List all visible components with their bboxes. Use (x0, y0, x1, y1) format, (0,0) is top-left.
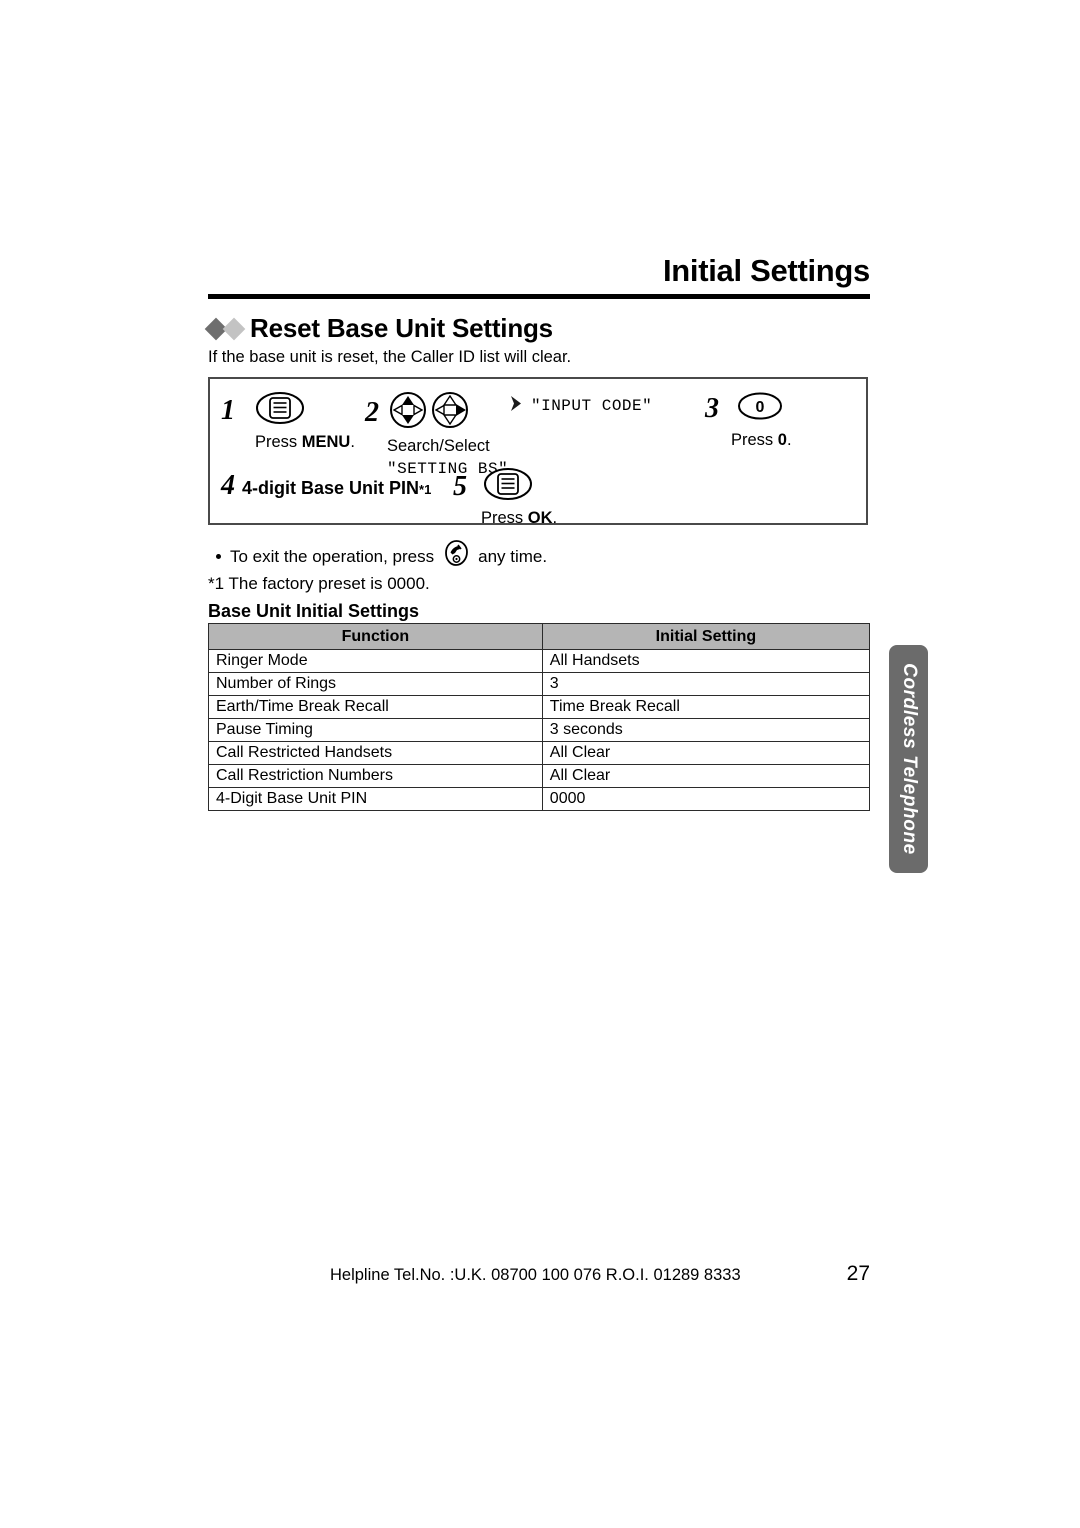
step-1-caption: Press MENU. (255, 432, 355, 452)
column-header-initial-setting: Initial Setting (541, 623, 871, 650)
step-1-caption-key: MENU (301, 433, 351, 451)
cell-function: Call Restriction Numbers (208, 764, 543, 788)
cell-function: Earth/Time Break Recall (208, 695, 543, 719)
step-1-caption-suffix: . (350, 433, 355, 451)
step-3-caption-key: 0 (777, 431, 787, 449)
step-1: 1 Press MENU. (221, 391, 355, 452)
step-4-footnote-marker: *1 (419, 482, 432, 497)
svg-text:0: 0 (756, 399, 765, 416)
step-5-caption: Press OK. (481, 508, 557, 528)
cell-initial-setting: All Handsets (541, 649, 871, 673)
step-3-caption: Press 0. (731, 430, 792, 450)
step-4: 4 4-digit Base Unit PIN *1 (221, 472, 431, 500)
offhook-key-icon (441, 538, 471, 575)
section-heading: Reset Base Unit Settings (204, 313, 870, 344)
step-2-lcd-display: "INPUT CODE" (531, 397, 653, 415)
step-3-number: 3 (705, 392, 719, 424)
table-row: Pause Timing 3 seconds (208, 718, 871, 742)
table-header-row: Function Initial Setting (208, 623, 871, 650)
step-5: 5 Press OK. (453, 467, 557, 528)
bullet-point-icon (216, 554, 221, 559)
page-number: 27 (846, 1262, 870, 1285)
cell-function: 4-Digit Base Unit PIN (208, 787, 543, 811)
cell-function: Ringer Mode (208, 649, 543, 673)
section-heading-label: Reset Base Unit Settings (250, 313, 553, 343)
right-arrow-marker-icon (510, 394, 523, 418)
step-2-display-indicator: "INPUT CODE" (510, 394, 652, 418)
chapter-title: Initial Settings (662, 253, 870, 288)
column-header-function: Function (208, 623, 543, 650)
page-footer: Helpline Tel.No. :U.K. 08700 100 076 R.O… (330, 1262, 870, 1286)
cell-function: Pause Timing (208, 718, 543, 742)
step-5-caption-suffix: . (552, 509, 558, 527)
step-3-caption-prefix: Press (731, 431, 778, 449)
exit-note-suffix: any time. (478, 546, 548, 566)
step-4-number: 4 (221, 470, 235, 501)
cell-initial-setting: 3 seconds (541, 718, 871, 742)
table-title: Base Unit Initial Settings (208, 601, 420, 621)
exit-note: To exit the operation, press any time. (216, 538, 547, 575)
step-5-caption-prefix: Press (481, 509, 528, 527)
cell-function: Call Restricted Handsets (208, 741, 543, 765)
table-row: 4-Digit Base Unit PIN 0000 (208, 787, 871, 811)
procedure-box: 1 Press MENU. 2 Search/Select "SETTING B… (208, 377, 868, 528)
table-row: Number of Rings 3 (208, 672, 871, 696)
step-2-number: 2 (365, 396, 379, 428)
side-tab-label: Cordless Telephone (898, 663, 920, 855)
page-header: Initial Settings (208, 252, 870, 299)
step-2-caption-line1: Search/Select (387, 437, 490, 455)
step-3: 3 0 Press 0. (705, 391, 792, 450)
base-unit-initial-settings-table: Function Initial Setting Ringer Mode All… (208, 623, 871, 811)
step-5-number: 5 (453, 470, 467, 502)
ok-key-icon (483, 467, 533, 506)
footnote-text: *1 The factory preset is 0000. (208, 574, 430, 593)
step-4-label: 4-digit Base Unit PIN (242, 478, 420, 498)
cell-function: Number of Rings (208, 672, 543, 696)
step-1-number: 1 (221, 394, 235, 426)
table-row: Earth/Time Break Recall Time Break Recal… (208, 695, 871, 719)
cell-initial-setting: Time Break Recall (541, 695, 871, 719)
cell-initial-setting: 3 (541, 672, 871, 696)
helpline-text: Helpline Tel.No. :U.K. 08700 100 076 R.O… (330, 1266, 741, 1284)
step-3-caption-suffix: . (786, 431, 792, 449)
table-row: Ringer Mode All Handsets (208, 649, 871, 673)
menu-key-icon (255, 391, 305, 430)
step-1-caption-prefix: Press (255, 433, 302, 451)
cell-initial-setting: All Clear (541, 741, 871, 765)
cell-initial-setting: All Clear (541, 764, 871, 788)
zero-key-icon: 0 (737, 391, 783, 426)
header-rule (208, 294, 870, 299)
exit-note-prefix: To exit the operation, press (230, 546, 435, 566)
table-row: Call Restricted Handsets All Clear (208, 741, 871, 765)
section-intro-text: If the base unit is reset, the Caller ID… (208, 348, 572, 366)
step-5-caption-key: OK (527, 509, 553, 527)
diamond-light-icon (222, 317, 246, 340)
side-tab-cordless-telephone: Cordless Telephone (889, 645, 928, 873)
step-2: 2 Search/Select "SETTING BS". (365, 391, 518, 478)
navigator-pad-icon (387, 391, 475, 434)
cell-initial-setting: 0000 (541, 787, 871, 811)
table-row: Call Restriction Numbers All Clear (208, 764, 871, 788)
